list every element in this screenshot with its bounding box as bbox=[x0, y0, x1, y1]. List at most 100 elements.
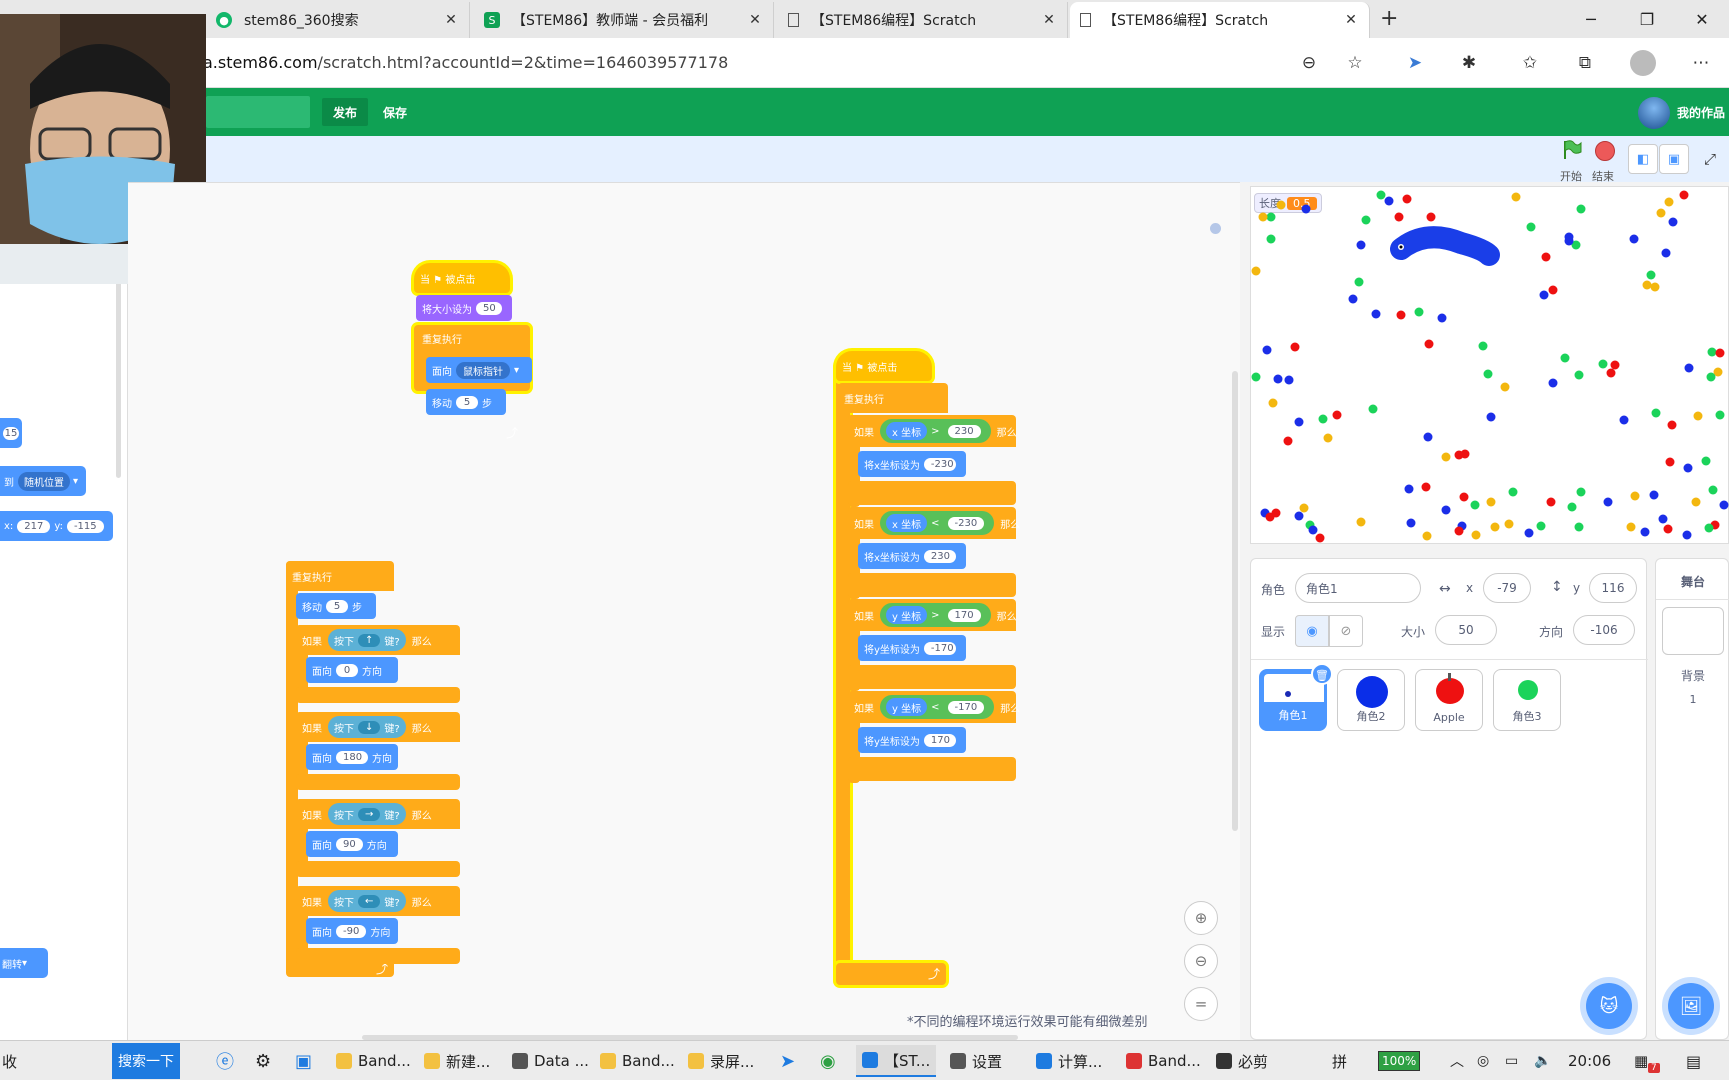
point-direction-block[interactable]: 面向 0 方向 bbox=[306, 657, 398, 683]
if-key-block[interactable]: 如果 按下 ← 键? 那么 bbox=[296, 886, 460, 916]
set-coord-block[interactable]: 将x坐标设为 230 bbox=[858, 543, 966, 569]
tray-chevron-icon[interactable]: ︿ bbox=[1450, 1045, 1464, 1077]
when-flag-clicked-block[interactable]: 当 ⚑ 被点击 bbox=[414, 263, 510, 293]
move-steps-block[interactable]: 移动 5 步 bbox=[426, 389, 506, 415]
set-coord-block[interactable]: 将y坐标设为 170 bbox=[858, 727, 966, 753]
sprite-name-input[interactable]: 角色1 bbox=[1295, 573, 1421, 603]
sprite-thumb-role2[interactable]: 角色2 bbox=[1337, 669, 1405, 731]
show-eye-icon[interactable]: ◉ bbox=[1295, 615, 1329, 647]
compare-input[interactable]: -170 bbox=[947, 700, 985, 714]
fullscreen-icon[interactable]: ⤢ bbox=[1695, 144, 1725, 174]
direction-input[interactable]: -90 bbox=[336, 924, 367, 938]
if-coord-block[interactable]: 如果 x 坐标 < -230 那么 bbox=[848, 507, 1020, 539]
notification-icon[interactable]: ▦ bbox=[1634, 1045, 1648, 1077]
hide-eye-icon[interactable]: ⊘ bbox=[1329, 615, 1363, 647]
ime-indicator[interactable]: 拼 bbox=[1332, 1045, 1347, 1077]
key-pressed-block[interactable]: 按下 ← 键? bbox=[328, 890, 406, 912]
app-cluster-icon[interactable]: ⚙ bbox=[255, 1045, 271, 1077]
if-key-block[interactable]: 如果 按下 ↓ 键? 那么 bbox=[296, 712, 460, 742]
save-button[interactable]: 保存 bbox=[372, 98, 418, 126]
project-title-input[interactable] bbox=[206, 96, 310, 128]
direction-input[interactable]: 180 bbox=[336, 750, 368, 764]
point-direction-block[interactable]: 面向 180 方向 bbox=[306, 744, 398, 770]
close-icon[interactable]: ✕ bbox=[443, 12, 459, 28]
stage-thumbnail[interactable] bbox=[1662, 607, 1724, 655]
green-flag-icon[interactable] bbox=[1561, 139, 1583, 161]
volume-icon[interactable]: 🔈 bbox=[1534, 1045, 1551, 1077]
taskbar-bijian[interactable]: 必剪 bbox=[1216, 1045, 1268, 1077]
taskbar-bandicam-3[interactable]: Band... bbox=[1126, 1045, 1201, 1077]
set-size-block[interactable]: 将大小设为 50 bbox=[416, 295, 512, 321]
coord-reporter[interactable]: y 坐标 bbox=[886, 606, 928, 624]
delete-sprite-icon[interactable]: 🗑 bbox=[1311, 663, 1333, 685]
compare-input[interactable]: 170 bbox=[947, 608, 981, 622]
x-input[interactable]: 217 bbox=[17, 519, 51, 533]
set-coord-input[interactable]: 170 bbox=[923, 733, 956, 747]
restore-icon[interactable]: ❐ bbox=[1620, 0, 1674, 38]
close-icon[interactable]: ✕ bbox=[747, 12, 763, 28]
feishu-icon[interactable]: ➤ bbox=[780, 1045, 795, 1077]
when-flag-clicked-block[interactable]: 当 ⚑ 被点击 bbox=[836, 351, 932, 381]
x-input[interactable]: -79 bbox=[1483, 573, 1531, 603]
move-steps-block[interactable]: 移动 5 步 bbox=[296, 593, 376, 619]
stop-icon[interactable] bbox=[1595, 141, 1615, 161]
key-dropdown[interactable]: ← bbox=[358, 894, 381, 908]
close-icon[interactable]: ✕ bbox=[1343, 12, 1359, 28]
palette-goto-block[interactable]: 到 随机位置 ▾ bbox=[0, 466, 86, 496]
taskbar-new-doc[interactable]: 新建... bbox=[424, 1045, 490, 1077]
user-avatar[interactable] bbox=[1638, 97, 1670, 129]
vertical-scrollbar[interactable] bbox=[1232, 371, 1238, 831]
compare-input[interactable]: -230 bbox=[947, 516, 985, 530]
more-icon[interactable]: ⋯ bbox=[1688, 50, 1714, 76]
profile-icon[interactable] bbox=[1630, 50, 1656, 76]
y-input[interactable]: 116 bbox=[1589, 573, 1637, 603]
clock[interactable]: 20:06 bbox=[1568, 1045, 1611, 1077]
key-dropdown[interactable]: ↓ bbox=[358, 720, 381, 734]
if-coord-block[interactable]: 如果 x 坐标 >230 那么 bbox=[848, 415, 1017, 447]
coord-reporter[interactable]: x 坐标 bbox=[886, 422, 928, 440]
zoom-out-icon[interactable]: ⊖ bbox=[1296, 50, 1322, 76]
size-input[interactable]: 50 bbox=[476, 301, 502, 315]
forever-block[interactable]: 重复执行 bbox=[416, 325, 528, 351]
small-stage-icon[interactable]: ◧ bbox=[1628, 144, 1658, 174]
point-direction-block[interactable]: 面向 90 方向 bbox=[306, 831, 398, 857]
comparison-block[interactable]: x 坐标 >230 bbox=[880, 419, 991, 443]
if-key-block[interactable]: 如果 按下 → 键? 那么 bbox=[296, 799, 460, 829]
tab-4-active[interactable]: 【STEM86编程】Scratch ✕ bbox=[1070, 2, 1370, 38]
minimize-icon[interactable]: ─ bbox=[1564, 0, 1618, 38]
extension-bird-icon[interactable]: ➤ bbox=[1402, 50, 1428, 76]
my-works-link[interactable]: 我的作品 bbox=[1674, 98, 1728, 126]
bilibili-icon[interactable]: ▣ bbox=[295, 1045, 312, 1077]
stage-canvas[interactable]: 长度 0.5 bbox=[1250, 186, 1729, 544]
forever-block[interactable]: 重复执行 bbox=[286, 561, 394, 591]
direction-input[interactable]: 0 bbox=[336, 663, 358, 677]
set-coord-block[interactable]: 将y坐标设为 -170 bbox=[858, 635, 966, 661]
direction-input[interactable]: 90 bbox=[336, 837, 363, 851]
network-icon[interactable]: ▭ bbox=[1505, 1045, 1518, 1077]
forever-block[interactable]: 重复执行 bbox=[838, 383, 948, 413]
point-towards-block[interactable]: 面向 鼠标指针 ▾ bbox=[426, 357, 532, 383]
publish-button[interactable]: 发布 bbox=[322, 98, 368, 126]
taskbar-bandicam-2[interactable]: Band... bbox=[600, 1045, 675, 1077]
favorites-icon[interactable]: ✩ bbox=[1517, 50, 1543, 76]
palette-scrollbar[interactable] bbox=[116, 278, 121, 478]
key-pressed-block[interactable]: 按下 ↓ 键? bbox=[328, 716, 406, 738]
new-tab-icon[interactable]: + bbox=[1380, 6, 1398, 31]
set-coord-block[interactable]: 将x坐标设为 -230 bbox=[858, 451, 966, 477]
taskbar-edge-active[interactable]: 【ST... bbox=[856, 1045, 937, 1077]
key-pressed-block[interactable]: 按下 → 键? bbox=[328, 803, 406, 825]
y-input[interactable]: -115 bbox=[66, 519, 104, 533]
direction-input[interactable]: -106 bbox=[1573, 615, 1635, 645]
ie-icon[interactable]: ⓔ bbox=[216, 1045, 234, 1077]
tab-2[interactable]: S 【STEM86】教师端 - 会员福利 ✕ bbox=[474, 2, 774, 38]
compare-input[interactable]: 230 bbox=[947, 424, 981, 438]
wechat-icon[interactable]: ◉ bbox=[820, 1045, 836, 1077]
if-coord-block[interactable]: 如果 y 坐标 >170 那么 bbox=[848, 599, 1017, 631]
size-input[interactable]: 50 bbox=[1435, 615, 1497, 645]
add-favorite-icon[interactable]: ☆ bbox=[1342, 50, 1368, 76]
tab-1[interactable]: ● stem86_360搜索 ✕ bbox=[206, 2, 470, 38]
set-coord-input[interactable]: -170 bbox=[923, 641, 956, 655]
coord-reporter[interactable]: y 坐标 bbox=[886, 698, 928, 716]
if-key-block[interactable]: 如果 按下 ↑ 键? 那么 bbox=[296, 625, 460, 655]
close-icon[interactable]: ✕ bbox=[1041, 12, 1057, 28]
